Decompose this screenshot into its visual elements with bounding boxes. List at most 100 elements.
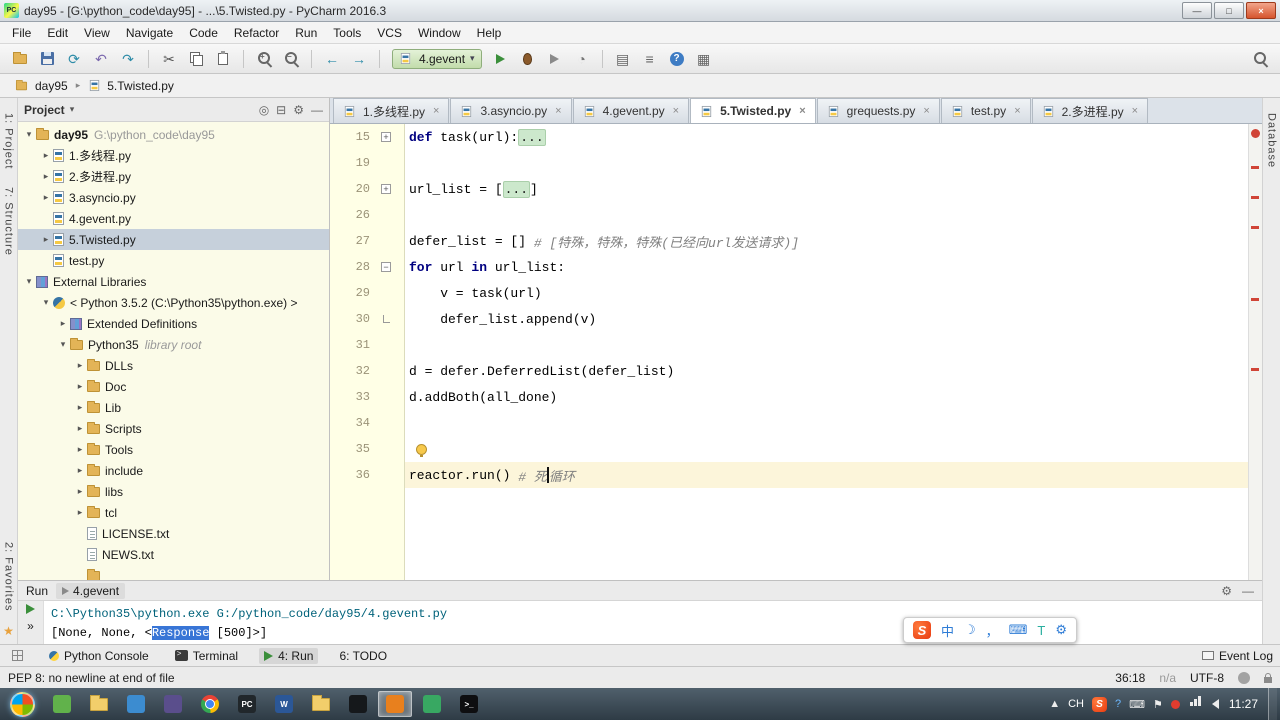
breadcrumb-item-5-twisted-py[interactable]: 5.Twisted.py [84, 77, 178, 95]
menu-run[interactable]: Run [287, 24, 325, 42]
menu-help[interactable]: Help [469, 24, 510, 42]
fullwidth-moon-icon[interactable]: ☽ [964, 622, 976, 638]
taskbar-app-1[interactable] [45, 691, 79, 717]
breadcrumb-item-day95[interactable]: day95 [10, 77, 72, 95]
console-line-1[interactable]: C:\Python35\python.exe G:/python_code/da… [51, 604, 1262, 623]
tree-item-tools[interactable]: ▸ Tools [18, 439, 329, 460]
toolwindow-run[interactable]: 4: Run [259, 647, 319, 664]
tree-item-news-txt[interactable]: NEWS.txt [18, 544, 329, 565]
soft-keyboard-icon[interactable]: ⌨ [1009, 622, 1028, 638]
run-config-tab[interactable]: 4.gevent [56, 582, 126, 599]
paste-icon[interactable] [211, 48, 235, 70]
close-button[interactable]: × [1246, 2, 1276, 19]
editor-line-36[interactable]: 36 reactor.run() # 死循环 [330, 462, 1248, 488]
collapse-all-icon[interactable]: ⊟ [276, 103, 286, 117]
tree-expand-arrow[interactable]: ▸ [74, 444, 86, 455]
settings-sliders-icon[interactable]: ≡ [638, 48, 662, 70]
line-separator-indicator[interactable]: n/a [1159, 671, 1176, 685]
error-stripe-mark[interactable] [1251, 298, 1259, 301]
code-line[interactable]: def task(url):... [405, 124, 1248, 150]
tree-item-partial[interactable] [18, 565, 329, 580]
editor-line-26[interactable]: 26 [330, 202, 1248, 228]
menu-edit[interactable]: Edit [39, 24, 76, 42]
code-line[interactable] [405, 202, 1248, 228]
tree-item-lib[interactable]: ▸ Lib [18, 397, 329, 418]
tree-item-license-txt[interactable]: LICENSE.txt [18, 523, 329, 544]
tree-item-dlls[interactable]: ▸ DLLs [18, 355, 329, 376]
show-desktop-button[interactable] [1268, 688, 1277, 720]
taskbar-clock[interactable]: 11:27 [1222, 697, 1265, 711]
stripe-7-structure[interactable]: 7: Structure [3, 187, 15, 256]
undo-icon[interactable]: ↶ [89, 48, 113, 70]
tree-item-scripts[interactable]: ▸ Scripts [18, 418, 329, 439]
tree-expand-arrow[interactable]: ▸ [40, 192, 52, 203]
toolbox-icon[interactable]: ⚙ [1055, 622, 1067, 638]
punctuation-icon[interactable]: ， [986, 621, 999, 640]
tab-5-twisted-py[interactable]: 5.Twisted.py × [690, 98, 816, 123]
keyboard-tray-icon[interactable]: ⌨ [1129, 698, 1145, 711]
tab-4-gevent-py[interactable]: 4.gevent.py × [572, 98, 690, 123]
project-gear-icon[interactable]: ⚙ [293, 103, 304, 117]
tab-close-icon[interactable]: × [1132, 105, 1138, 117]
stripe-1-project[interactable]: 1: Project [3, 113, 15, 169]
tree-expand-arrow[interactable]: ▸ [74, 423, 86, 434]
editor-line-35[interactable]: 35 [330, 436, 1248, 462]
tree-expand-arrow[interactable]: ▸ [40, 150, 52, 161]
zoom-out-icon[interactable]: − [279, 48, 303, 70]
stripe-database[interactable]: Database [1266, 113, 1278, 168]
fold-collapse-icon[interactable]: − [381, 262, 391, 272]
tree-expand-arrow[interactable]: ▸ [40, 171, 52, 182]
code-line[interactable] [405, 332, 1248, 358]
editor-line-32[interactable]: 32 d = defer.DeferredList(defer_list) [330, 358, 1248, 384]
menu-tools[interactable]: Tools [325, 24, 369, 42]
compare-icon[interactable]: ▤ [611, 48, 635, 70]
code-line[interactable]: for url in url_list: [405, 254, 1248, 280]
error-stripe[interactable] [1248, 124, 1262, 580]
start-button[interactable] [10, 691, 35, 717]
menu-window[interactable]: Window [410, 24, 469, 42]
tree-expand-arrow[interactable]: ▸ [74, 465, 86, 476]
tree-expand-arrow[interactable]: ▸ [40, 234, 52, 245]
hide-run-panel-icon[interactable]: — [1242, 584, 1254, 598]
plugins-icon[interactable]: ▦ [692, 48, 716, 70]
run-console[interactable]: C:\Python35\python.exe G:/python_code/da… [44, 601, 1262, 644]
code-line[interactable]: reactor.run() # 死循环 [405, 462, 1248, 488]
tree-expand-arrow[interactable]: ▸ [74, 486, 86, 497]
save-all-icon[interactable] [35, 48, 59, 70]
tree-item-tcl[interactable]: ▸ tcl [18, 502, 329, 523]
toolwindow-python-console[interactable]: Python Console [44, 648, 154, 664]
tab-3-asyncio-py[interactable]: 3.asyncio.py × [450, 98, 572, 123]
taskbar-pycharm-icon[interactable]: PC [230, 691, 264, 717]
editor-line-29[interactable]: 29 v = task(url) [330, 280, 1248, 306]
code-line[interactable]: v = task(url) [405, 280, 1248, 306]
tree-item-1-duoxiancheng-py[interactable]: ▸ 1.多线程.py [18, 145, 329, 166]
readonly-lock-icon[interactable] [1264, 672, 1272, 683]
maximize-button[interactable]: □ [1214, 2, 1244, 19]
locate-source-icon[interactable]: ◎ [259, 103, 269, 117]
tree-item-external-libraries[interactable]: ▾ External Libraries [18, 271, 329, 292]
tree-item-python-3-5-2-c-python35-python-exe[interactable]: ▾ < Python 3.5.2 (C:\Python35\python.exe)… [18, 292, 329, 313]
tab-close-icon[interactable]: × [799, 105, 805, 117]
tree-item-5-twisted-py[interactable]: ▸ 5.Twisted.py [18, 229, 329, 250]
code-line[interactable] [405, 150, 1248, 176]
hide-project-panel-icon[interactable]: — [311, 103, 323, 117]
code-line[interactable]: defer_list = [] # [特殊，特殊，特殊(已经向url发送请求)] [405, 228, 1248, 254]
editor-line-19[interactable]: 19 [330, 150, 1248, 176]
skin-icon[interactable]: T [1037, 623, 1045, 638]
search-everywhere-icon[interactable] [1248, 48, 1272, 70]
tree-item-libs[interactable]: ▸ libs [18, 481, 329, 502]
run-config-select[interactable]: 4.gevent ▾ [392, 48, 482, 69]
menu-vcs[interactable]: VCS [369, 24, 410, 42]
error-stripe-mark[interactable] [1251, 368, 1259, 371]
tree-item-test-py[interactable]: test.py [18, 250, 329, 271]
taskbar-word-icon[interactable]: W [267, 691, 301, 717]
tree-item-python35[interactable]: ▾ Python35 library root [18, 334, 329, 355]
tree-expand-arrow[interactable]: ▾ [40, 297, 52, 308]
input-mode-chinese[interactable]: 中 [941, 621, 954, 640]
editor-line-15[interactable]: 15 + def task(url):... [330, 124, 1248, 150]
taskbar-app-2[interactable] [119, 691, 153, 717]
open-icon[interactable] [8, 48, 32, 70]
help-icon[interactable]: ? [665, 48, 689, 70]
debug-icon[interactable] [516, 48, 540, 70]
coverage-icon[interactable] [543, 48, 567, 70]
